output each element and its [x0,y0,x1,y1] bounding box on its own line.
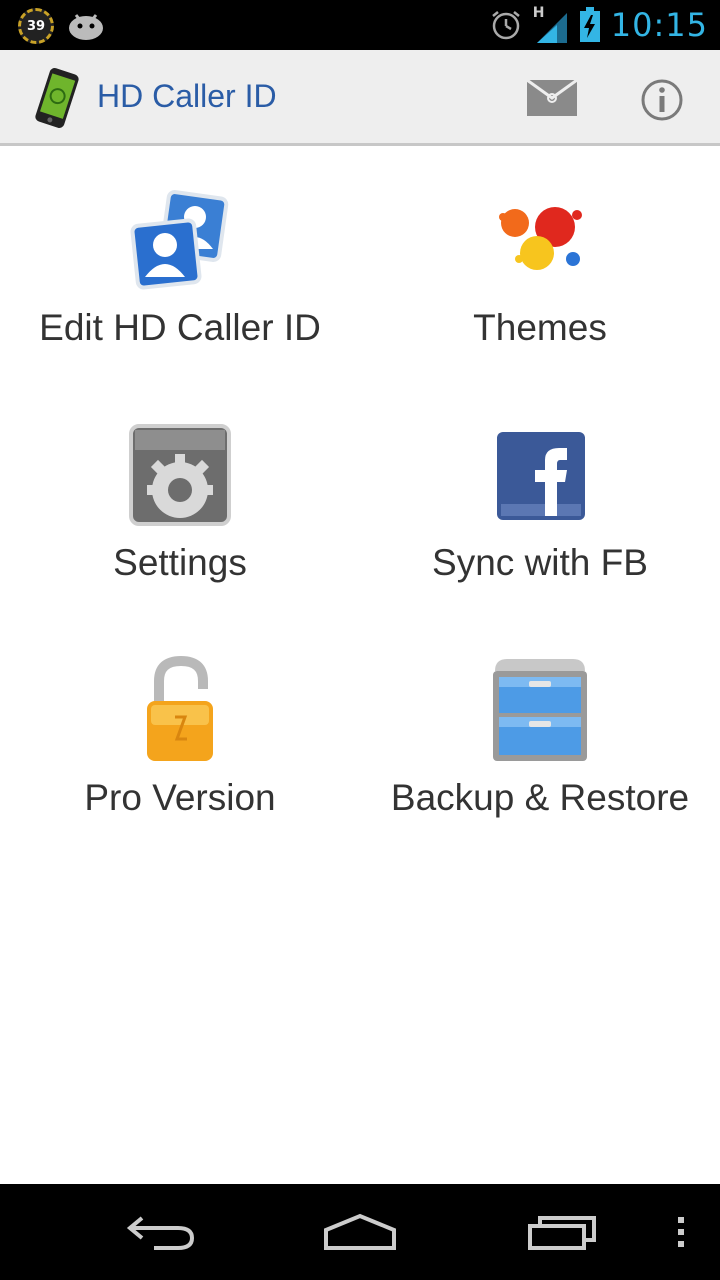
menu-item-sync-with-fb[interactable]: Sync with FB [360,420,720,620]
menu-item-label: Sync with FB [432,542,648,583]
menu-item-edit-hd-caller-id[interactable]: Edit HD Caller ID [0,185,360,385]
unlocked-padlock-icon [125,655,235,765]
info-button[interactable] [638,76,686,124]
signal-strength-icon [536,13,567,43]
menu-item-label: Pro Version [84,777,276,818]
facebook-icon [485,420,595,530]
menu-item-pro-version[interactable]: Pro Version [0,655,360,855]
navigation-bar [0,1184,720,1280]
filing-cabinet-icon [485,655,595,765]
menu-item-backup-restore[interactable]: Backup & Restore [360,655,720,855]
mail-icon [527,80,577,116]
recent-apps-icon [528,1216,596,1250]
android-notification-icon [69,14,103,40]
signal-indicator: H [533,5,569,45]
status-bar: 39 H 10:15 [0,0,720,50]
menu-item-themes[interactable]: Themes [360,185,720,385]
home-button[interactable] [318,1208,402,1256]
action-bar: HD Caller ID [0,50,720,146]
gear-icon [125,420,235,530]
paint-splash-icon [485,185,595,295]
mail-button[interactable] [522,74,582,122]
menu-item-label: Settings [113,542,247,583]
menu-item-label: Themes [473,307,607,348]
app-title: HD Caller ID [97,78,277,114]
recent-apps-button[interactable] [522,1208,602,1256]
overflow-menu-icon [678,1217,684,1247]
menu-item-settings[interactable]: Settings [0,420,360,620]
menu-item-label: Backup & Restore [390,777,690,818]
phone-app-icon[interactable] [32,66,82,130]
status-time: 10:15 [610,6,708,44]
home-icon [324,1213,396,1250]
alarm-icon [492,11,520,40]
battery-charging-icon [579,7,600,42]
notification-count-badge: 39 [18,8,54,44]
back-arrow-icon [126,1216,195,1250]
info-icon [641,79,683,121]
overflow-menu-button[interactable] [666,1208,696,1256]
contacts-icon [125,185,235,295]
back-button[interactable] [120,1208,200,1256]
menu-item-label: Edit HD Caller ID [39,307,321,348]
